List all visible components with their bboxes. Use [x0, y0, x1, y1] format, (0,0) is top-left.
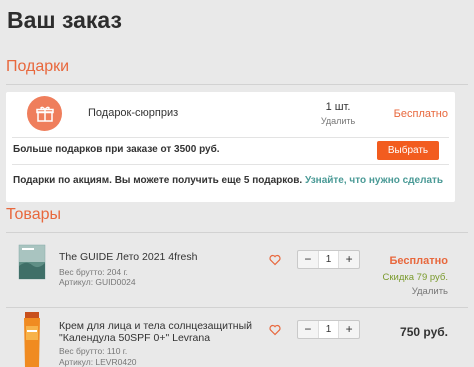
quantity-stepper: − 1 + [297, 250, 360, 269]
gift-name: Подарок-сюрприз [88, 107, 179, 119]
quantity-stepper: − 1 + [297, 320, 360, 339]
quantity-value[interactable]: 1 [317, 251, 340, 268]
increase-button[interactable]: + [339, 321, 359, 338]
product-article: Артикул: LEVR0420 [59, 357, 137, 367]
decrease-button[interactable]: − [298, 321, 318, 338]
product-image[interactable] [22, 312, 42, 367]
quantity-value[interactable]: 1 [317, 321, 340, 338]
promo-details-link[interactable]: Узнайте, что нужно сделать [305, 175, 443, 186]
gift-quantity: 1 шт. [325, 101, 351, 113]
gifts-heading: Подарки [6, 58, 70, 75]
product-discount: Скидка 79 руб. [382, 272, 448, 283]
promo-text: Подарки по акциям. Вы можете получить ещ… [13, 175, 303, 186]
product-name-line2[interactable]: "Календула 50SPF 0+" Levrana [59, 332, 210, 344]
product-weight: Вес брутто: 110 г. [59, 346, 128, 356]
product-name[interactable]: The GUIDE Лето 2021 4fresh [59, 251, 197, 263]
gift-row: Подарок-сюрприз 1 шт. Удалить Бесплатно [6, 92, 455, 134]
more-gifts-text: Больше подарков при заказе от 3500 руб. [13, 144, 220, 155]
heart-icon[interactable] [269, 324, 281, 336]
heart-icon[interactable] [269, 254, 281, 266]
increase-button[interactable]: + [339, 251, 359, 268]
product-price: Бесплатно [389, 255, 449, 267]
gift-remove-link[interactable]: Удалить [306, 116, 370, 126]
goods-heading: Товары [6, 206, 62, 223]
product-price: 750 руб. [400, 325, 448, 339]
goods-divider [6, 232, 468, 233]
page-title: Ваш заказ [7, 7, 122, 33]
product-row: The GUIDE Лето 2021 4fresh Вес брутто: 2… [0, 240, 474, 300]
decrease-button[interactable]: − [298, 251, 318, 268]
product-article: Артикул: GUID0024 [59, 277, 136, 287]
gift-row-divider [12, 137, 449, 138]
product-remove-link[interactable]: Удалить [412, 286, 448, 297]
choose-gift-button[interactable]: Выбрать [377, 141, 439, 160]
more-gifts-divider [12, 164, 449, 165]
product-image[interactable] [18, 244, 46, 280]
product-row: Крем для лица и тела солнцезащитный "Кал… [0, 308, 474, 367]
product-name-line1[interactable]: Крем для лица и тела солнцезащитный [59, 320, 252, 332]
gifts-divider [6, 84, 468, 85]
promo-gifts-text: Подарки по акциям. Вы можете получить ещ… [13, 175, 443, 186]
gift-icon [27, 96, 62, 131]
gift-price: Бесплатно [393, 108, 448, 120]
